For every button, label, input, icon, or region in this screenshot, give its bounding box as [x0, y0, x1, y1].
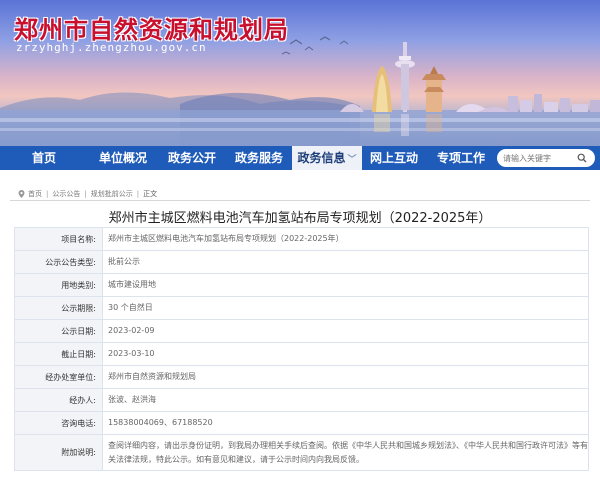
table-row: 公示公告类型: 批前公示: [14, 250, 589, 274]
row-label: 项目名称:: [14, 227, 103, 251]
table-row: 附加说明: 查阅详细内容，请出示身份证明，到我局办理相关手续后查阅。依据《中华人民…: [14, 434, 589, 471]
row-value: 2023-02-09: [102, 319, 589, 343]
nav-label: 政务信息: [297, 151, 346, 165]
search-icon[interactable]: [573, 149, 591, 167]
row-value: 15838004069、67188520: [102, 411, 589, 435]
site-banner: 郑州市自然资源和规划局 zrzyhghj.zhengzhou.gov.cn: [0, 0, 600, 146]
breadcrumb-home[interactable]: 首页: [28, 189, 42, 199]
chevron-down-icon: ﹀: [347, 155, 357, 165]
row-value: 30 个自然日: [102, 296, 589, 320]
breadcrumb-separator: |: [84, 190, 87, 198]
row-value: 查阅详细内容，请出示身份证明，到我局办理相关手续后查阅。依据《中华人民共和国城乡…: [102, 434, 589, 471]
search-input[interactable]: [497, 149, 573, 167]
row-value: 2023-03-10: [102, 342, 589, 366]
nav-item-gov-services[interactable]: 政务服务: [226, 146, 292, 170]
row-label: 公示公告类型:: [14, 250, 103, 274]
row-label: 公示日期:: [14, 319, 103, 343]
row-label: 咨询电话:: [14, 411, 103, 435]
nav-item-gov-info[interactable]: 政务信息 ﹀: [292, 146, 362, 170]
row-value: 张波、赵洪海: [102, 388, 589, 412]
page-title: 郑州市主城区燃料电池汽车加氢站布局专项规划（2022-2025年）: [108, 211, 492, 226]
table-row: 经办处室单位: 郑州市自然资源和规划局: [14, 365, 589, 389]
breadcrumb-separator: |: [136, 190, 140, 198]
row-value: 批前公示: [102, 250, 589, 274]
row-label: 用地类别:: [14, 273, 103, 297]
nav-label: 首页: [31, 151, 56, 165]
table-row: 截止日期: 2023-03-10: [14, 342, 589, 366]
row-value: 郑州市主城区燃料电池汽车加氢站布局专项规划（2022-2025年）: [102, 227, 589, 251]
table-row: 用地类别: 城市建设用地: [14, 273, 589, 297]
nav-item-home[interactable]: 首页: [0, 146, 88, 170]
nav-item-public-affairs[interactable]: 政务公开: [158, 146, 226, 170]
site-url: zrzyhghj.zhengzhou.gov.cn: [16, 41, 207, 54]
info-table: 项目名称: 郑州市主城区燃料电池汽车加氢站布局专项规划（2022-2025年） 公…: [14, 227, 589, 471]
row-value: 郑州市自然资源和规划局: [102, 365, 589, 389]
nav-label: 单位概况: [98, 151, 147, 165]
row-value: 城市建设用地: [102, 273, 589, 297]
site-title[interactable]: 郑州市自然资源和规划局: [14, 10, 289, 45]
divider: [10, 200, 590, 201]
row-label: 经办人:: [14, 388, 103, 412]
breadcrumb: 首页 | 公示公告 | 规划批前公示 | 正文: [18, 189, 157, 199]
nav-item-online-interaction[interactable]: 网上互动: [362, 146, 426, 170]
breadcrumb-current: 正文: [143, 190, 158, 198]
table-row: 项目名称: 郑州市主城区燃料电池汽车加氢站布局专项规划（2022-2025年）: [14, 227, 589, 251]
table-row: 经办人: 张波、赵洪海: [14, 388, 589, 412]
nav-label: 网上互动: [369, 151, 418, 165]
nav-item-about[interactable]: 单位概况: [88, 146, 158, 170]
main-nav: 首页 单位概况 政务公开 政务服务 政务信息 ﹀ 网上互动 专项工作: [0, 146, 600, 170]
search-box: [497, 149, 595, 167]
table-row: 公示期限: 30 个自然日: [14, 296, 589, 320]
breadcrumb-pre-approval[interactable]: 规划批前公示: [91, 189, 133, 199]
row-label: 截止日期:: [14, 342, 103, 366]
nav-label: 政务公开: [167, 151, 216, 165]
table-row: 咨询电话: 15838004069、67188520: [14, 411, 589, 435]
nav-item-special-work[interactable]: 专项工作: [426, 146, 496, 170]
table-row: 公示日期: 2023-02-09: [14, 319, 589, 343]
nav-label: 政务服务: [234, 151, 283, 165]
nav-label: 专项工作: [436, 151, 485, 165]
breadcrumb-announcements[interactable]: 公示公告: [52, 189, 80, 199]
row-label: 经办处室单位:: [14, 365, 103, 389]
row-label: 附加说明:: [14, 434, 103, 471]
location-icon: [18, 190, 25, 198]
row-label: 公示期限:: [14, 296, 103, 320]
breadcrumb-separator: |: [46, 190, 49, 198]
